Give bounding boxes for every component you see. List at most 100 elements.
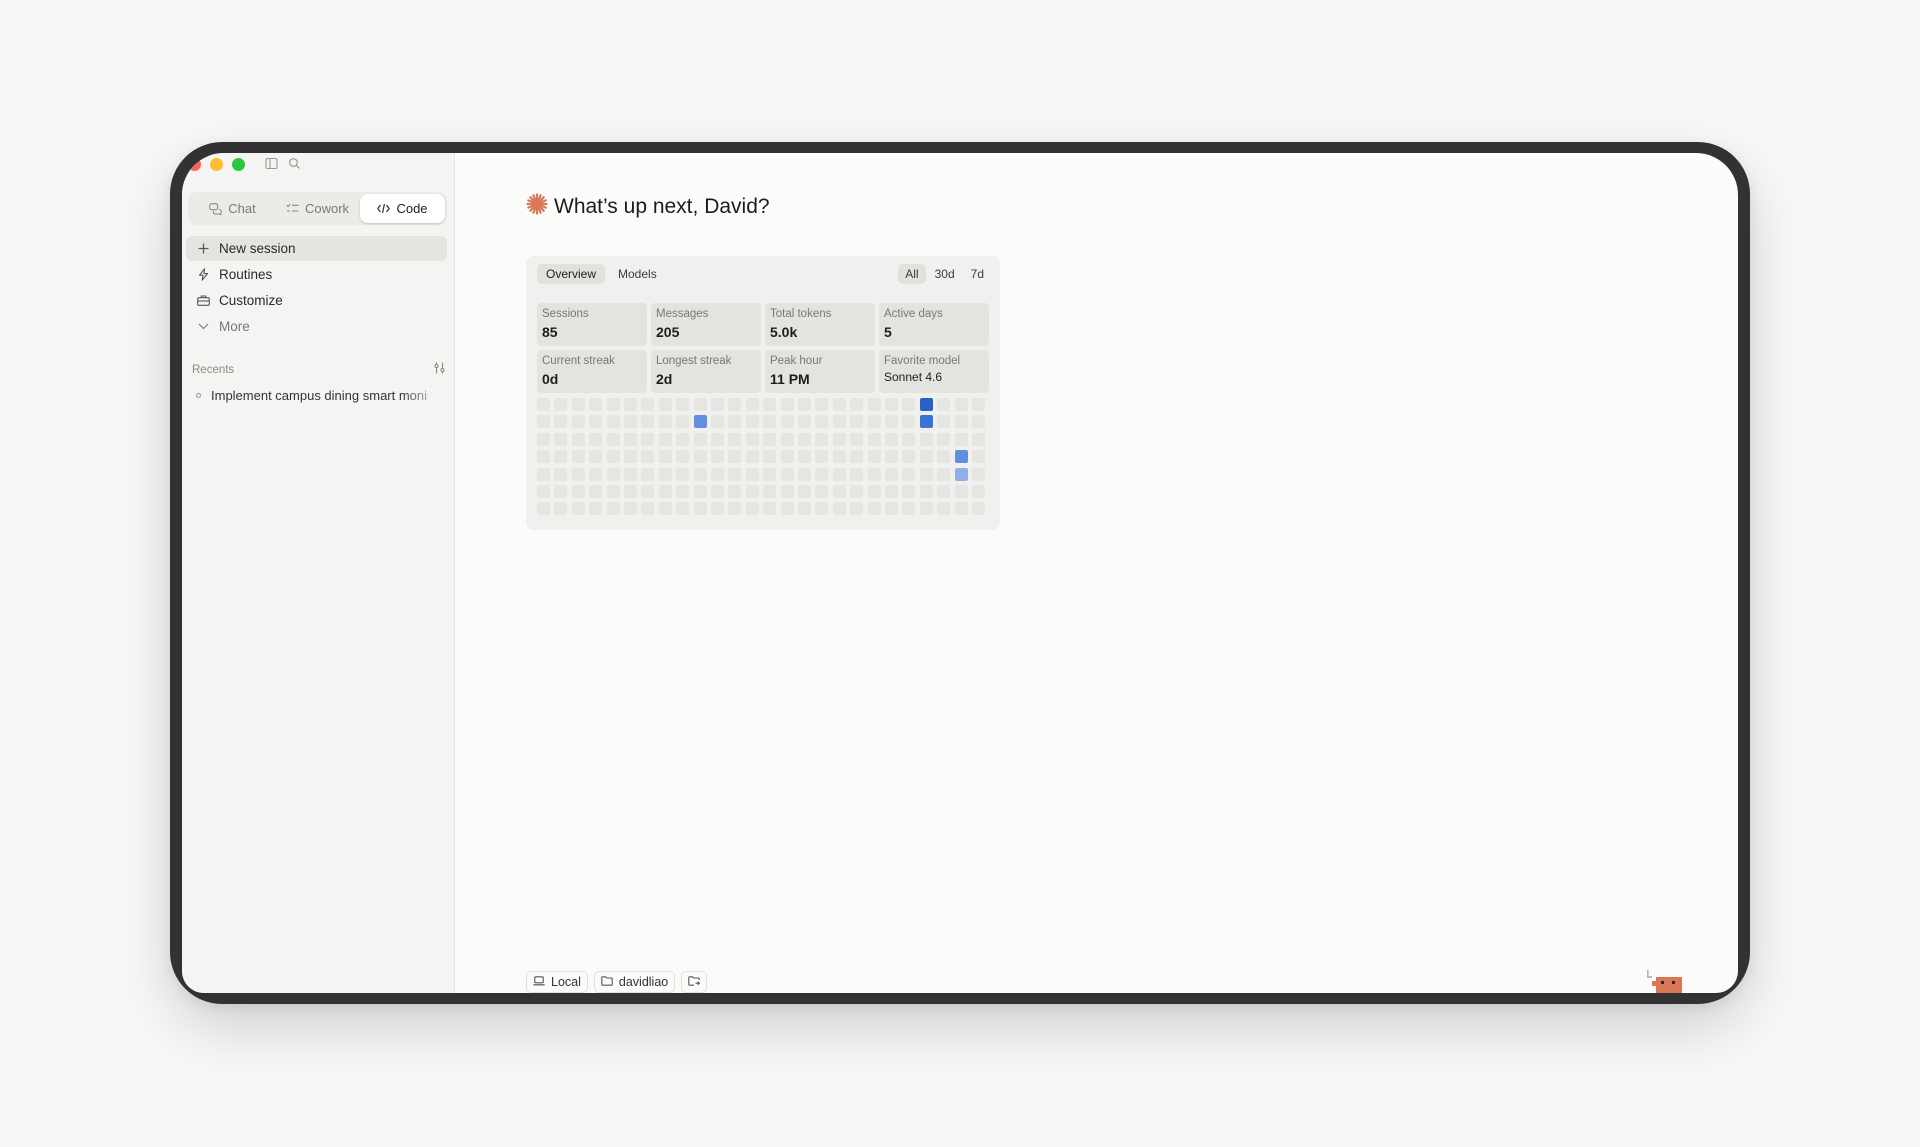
- heatmap-cell: [763, 502, 777, 516]
- environment-chip[interactable]: Local: [526, 971, 588, 993]
- heatmap-cell: [937, 485, 951, 498]
- heatmap-cell: [902, 432, 916, 446]
- minimize-window-button[interactable]: [210, 158, 223, 171]
- heatmap-cell: [780, 432, 794, 446]
- checklist-icon: [286, 203, 299, 214]
- search-icon[interactable]: [288, 157, 301, 170]
- heatmap-cell: [589, 502, 603, 516]
- new-session-button[interactable]: New session: [186, 236, 447, 261]
- heatmap-cell: [937, 432, 951, 446]
- heatmap-cell: [745, 467, 759, 481]
- heatmap-cell: [641, 398, 655, 411]
- heatmap-cell: [780, 450, 794, 464]
- folder-icon: [601, 975, 613, 989]
- tab-cowork-label: Cowork: [304, 201, 350, 216]
- heatmap-cell: [676, 502, 690, 516]
- heatmap-cell: [658, 450, 672, 464]
- top-toolbar: [265, 157, 301, 170]
- heatmap-cell: [571, 502, 585, 516]
- stat-value: 5: [884, 324, 892, 340]
- tab-chat[interactable]: Chat: [190, 194, 275, 223]
- heatmap-cell: [624, 467, 637, 481]
- tab-cowork[interactable]: Cowork: [275, 194, 360, 223]
- heatmap-cell: [972, 502, 985, 516]
- sidebar-item-customize[interactable]: Customize: [186, 288, 447, 313]
- heatmap-cell: [763, 432, 777, 446]
- chevron-down-icon: [196, 323, 210, 330]
- stat-label: Messages: [656, 308, 709, 320]
- heatmap-cell: [711, 467, 724, 481]
- heatmap-cell: [937, 467, 951, 481]
- heatmap-cell: [954, 450, 968, 464]
- activity-heatmap: [537, 398, 989, 522]
- recent-session-item[interactable]: Implement campus dining smart moni: [196, 388, 446, 403]
- window-controls: [188, 158, 245, 171]
- heatmap-cell: [554, 450, 568, 464]
- heatmap-cell: [589, 415, 603, 429]
- plus-icon: [196, 243, 210, 254]
- stat-label: Current streak: [542, 355, 615, 367]
- stat-current-streak: Current streak 0d: [537, 350, 647, 393]
- heatmap-cell: [606, 432, 620, 446]
- sliders-icon[interactable]: [433, 362, 446, 377]
- range-30d[interactable]: 30d: [928, 264, 962, 284]
- heatmap-cell: [676, 415, 690, 429]
- heatmap-cell: [693, 432, 707, 446]
- heatmap-cell: [676, 485, 690, 498]
- tab-code[interactable]: Code: [360, 194, 445, 223]
- heatmap-cell: [571, 415, 585, 429]
- heatmap-cell: [902, 450, 916, 464]
- stat-value: Sonnet 4.6: [884, 370, 943, 384]
- pixel-mascot-icon: [1645, 968, 1685, 993]
- sidebar-item-more[interactable]: More: [186, 314, 447, 339]
- heatmap-cell: [832, 398, 846, 411]
- heatmap-cell: [885, 432, 898, 446]
- usage-stats-card: Overview Models All 30d 7d Sessions 85 M…: [526, 256, 1000, 530]
- sidebar-toggle-icon[interactable]: [265, 157, 278, 170]
- heatmap-cell: [885, 450, 898, 464]
- stat-label: Favorite model: [884, 355, 961, 367]
- close-window-button[interactable]: [188, 158, 201, 171]
- change-folder-button[interactable]: [681, 971, 708, 993]
- heatmap-cell: [763, 398, 777, 411]
- heatmap-cell: [798, 432, 811, 446]
- stat-value: 2d: [656, 371, 673, 387]
- heatmap-cell: [711, 502, 724, 516]
- heatmap-cell: [954, 415, 968, 429]
- heatmap-cell: [606, 450, 620, 464]
- heatmap-cell: [589, 450, 603, 464]
- heatmap-cell: [815, 450, 829, 464]
- stat-label: Peak hour: [770, 355, 823, 367]
- heatmap-cell: [832, 450, 846, 464]
- heatmap-cell: [658, 432, 672, 446]
- tab-overview[interactable]: Overview: [537, 264, 606, 284]
- maximize-window-button[interactable]: [232, 158, 245, 171]
- heatmap-cell: [867, 467, 881, 481]
- heatmap-cell: [571, 485, 585, 498]
- heatmap-cell: [676, 398, 690, 411]
- heatmap-cell: [711, 415, 724, 429]
- range-7d[interactable]: 7d: [964, 264, 991, 284]
- heatmap-cell: [641, 502, 655, 516]
- tab-models[interactable]: Models: [609, 264, 666, 284]
- heatmap-cell: [624, 415, 637, 429]
- heatmap-cell: [658, 467, 672, 481]
- heatmap-cell: [554, 398, 568, 411]
- heatmap-cell: [832, 415, 846, 429]
- heatmap-cell: [954, 398, 968, 411]
- sidebar-item-routines[interactable]: Routines: [186, 262, 447, 287]
- heatmap-cell: [954, 467, 968, 481]
- heatmap-cell: [589, 467, 603, 481]
- heatmap-cell: [937, 398, 951, 411]
- range-all[interactable]: All: [898, 264, 926, 284]
- stat-messages: Messages 205: [651, 303, 761, 346]
- heatmap-cell: [693, 450, 707, 464]
- heatmap-cell: [850, 467, 864, 481]
- heatmap-cell: [589, 485, 603, 498]
- heatmap-cell: [763, 485, 777, 498]
- more-label: More: [219, 319, 250, 334]
- greeting-header: What’s up next, David?: [526, 193, 770, 221]
- folder-chip[interactable]: davidliao: [593, 971, 676, 993]
- heatmap-cell: [606, 415, 620, 429]
- heatmap-cell: [624, 485, 637, 498]
